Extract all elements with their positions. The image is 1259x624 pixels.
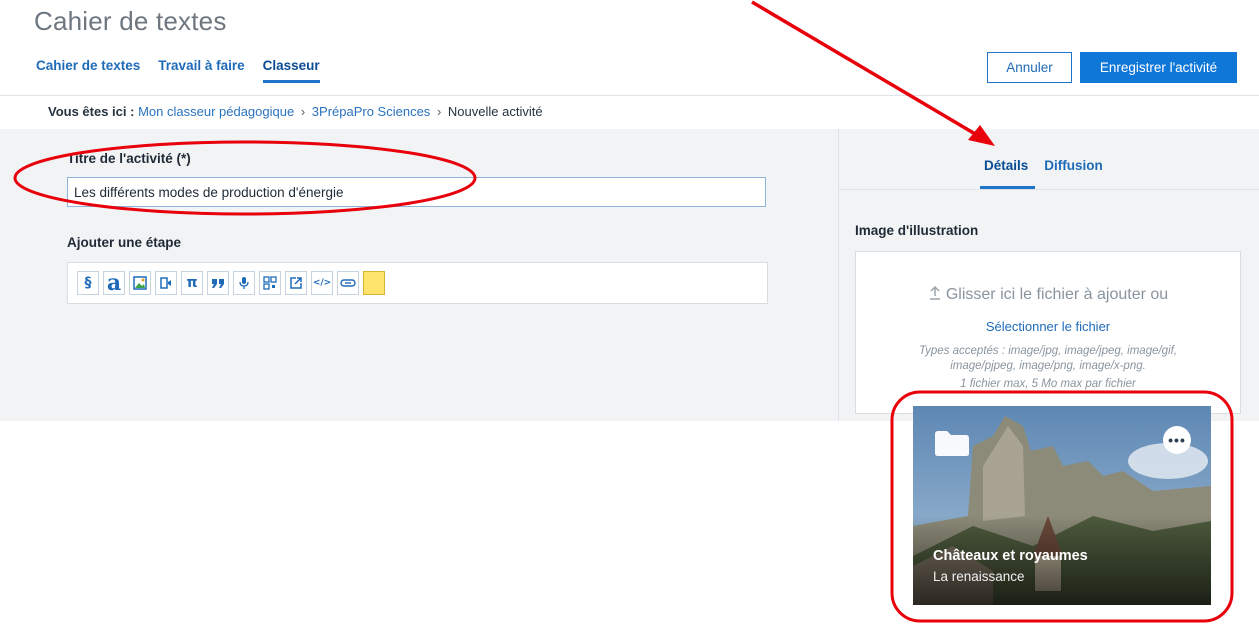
more-options-icon[interactable]: ••• xyxy=(1163,426,1191,454)
cancel-button[interactable]: Annuler xyxy=(987,52,1072,83)
folder-icon xyxy=(933,428,971,463)
microphone-icon[interactable] xyxy=(233,271,255,295)
accepted-types-line2: image/pjpeg, image/png, image/x-png. xyxy=(950,360,1146,372)
main-tabs: Cahier de textes Travail à faire Classeu… xyxy=(36,58,338,83)
save-activity-button[interactable]: Enregistrer l'activité xyxy=(1080,52,1237,83)
note-icon[interactable] xyxy=(363,271,385,295)
tab-details[interactable]: Détails xyxy=(984,158,1028,173)
formula-icon[interactable]: π xyxy=(181,271,203,295)
breadcrumb: Vous êtes ici : Mon classeur pédagogique… xyxy=(48,104,543,119)
breadcrumb-class-link[interactable]: 3PrépaPro Sciences xyxy=(312,104,431,119)
file-limits: 1 fichier max, 5 Mo max par fichier xyxy=(960,378,1136,390)
link-icon[interactable] xyxy=(337,271,359,295)
video-icon[interactable] xyxy=(155,271,177,295)
content-card[interactable]: ••• Châteaux et royaumes La renaissance xyxy=(913,406,1211,605)
image-drop-zone[interactable]: Glisser ici le fichier à ajouter ou Séle… xyxy=(855,251,1241,414)
select-file-link[interactable]: Sélectionner le fichier xyxy=(856,319,1240,334)
header-divider xyxy=(0,95,1259,96)
breadcrumb-lead: Vous êtes ici : xyxy=(48,104,135,119)
breadcrumb-current: Nouvelle activité xyxy=(447,104,543,119)
quote-icon[interactable] xyxy=(207,271,229,295)
arrow-line xyxy=(751,0,983,140)
text-icon[interactable]: a xyxy=(103,270,125,296)
details-tabs: Détails Diffusion xyxy=(984,158,1103,173)
accepted-types-line1: Types acceptés : image/jpg, image/jpeg, … xyxy=(918,345,1178,357)
section-icon[interactable]: § xyxy=(77,271,99,295)
activity-title-label: Titre de l'activité (*) xyxy=(67,151,191,166)
card-title: Châteaux et royaumes xyxy=(933,548,1088,564)
image-icon[interactable] xyxy=(129,271,151,295)
qr-code-icon[interactable] xyxy=(259,271,281,295)
tab-cahier-de-textes[interactable]: Cahier de textes xyxy=(36,58,140,83)
breadcrumb-classeur-link[interactable]: Mon classeur pédagogique xyxy=(138,104,294,119)
card-subtitle: La renaissance xyxy=(933,569,1025,584)
drop-text: Glisser ici le fichier à ajouter ou xyxy=(945,286,1169,303)
add-step-label: Ajouter une étape xyxy=(67,235,182,250)
external-link-icon[interactable] xyxy=(285,271,307,295)
app-title: Cahier de textes xyxy=(34,6,227,36)
breadcrumb-separator: › xyxy=(300,104,306,119)
upload-icon xyxy=(928,285,942,306)
activity-title-input[interactable] xyxy=(67,177,766,207)
tab-diffusion[interactable]: Diffusion xyxy=(1044,158,1103,173)
tab-travail-a-faire[interactable]: Travail à faire xyxy=(158,58,244,83)
step-toolbar: § a π </> xyxy=(67,262,768,304)
breadcrumb-separator: › xyxy=(436,104,442,119)
code-icon[interactable]: </> xyxy=(311,271,333,295)
active-tab-indicator xyxy=(980,186,1035,189)
tab-classeur[interactable]: Classeur xyxy=(262,58,320,83)
drop-instruction: Glisser ici le fichier à ajouter ou xyxy=(856,285,1240,306)
tabs-divider xyxy=(839,189,1259,190)
illustration-label: Image d'illustration xyxy=(855,223,979,238)
